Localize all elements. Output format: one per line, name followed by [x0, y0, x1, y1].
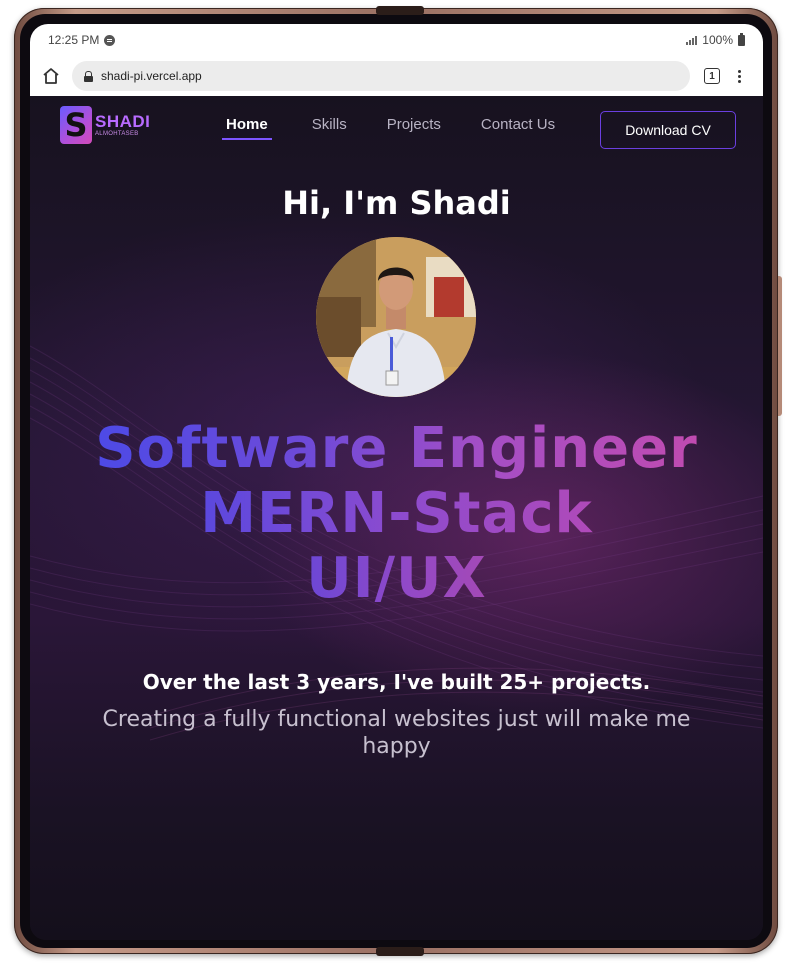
hero-greeting: Hi, I'm Shadi: [282, 184, 511, 222]
lock-icon: [84, 70, 93, 82]
logo-text: SHADI ALMOHTASEB: [95, 112, 151, 138]
battery-percent: 100%: [702, 33, 733, 47]
hero-subline: Over the last 3 years, I've built 25+ pr…: [142, 670, 651, 694]
website-viewport: S SHADI ALMOHTASEB Home Skills Projects …: [30, 96, 763, 940]
hero-tagline: Creating a fully functional websites jus…: [102, 707, 691, 759]
device-screen: 12:25 PM 100% shadi-pi.vercel.app 1 S SH…: [30, 24, 763, 940]
status-left: 12:25 PM: [48, 33, 116, 47]
site-logo[interactable]: S SHADI ALMOHTASEB: [60, 106, 150, 144]
site-navbar: S SHADI ALMOHTASEB Home Skills Projects …: [30, 96, 763, 156]
url-text: shadi-pi.vercel.app: [101, 69, 202, 83]
battery-icon: [738, 32, 745, 46]
nav-skills[interactable]: Skills: [312, 116, 347, 133]
home-icon[interactable]: [40, 65, 62, 87]
status-time: 12:25 PM: [48, 33, 100, 47]
device-hinge-bottom: [376, 947, 424, 956]
hero-headline: Software Engineer MERN-Stack UI/UX: [30, 416, 763, 611]
headline-line-1: Software Engineer: [95, 416, 698, 481]
nav-home[interactable]: Home: [222, 116, 272, 140]
logo-title: SHADI: [95, 112, 151, 131]
spotify-icon: [104, 34, 116, 46]
status-bar: 12:25 PM 100%: [30, 24, 763, 56]
nav-projects[interactable]: Projects: [387, 116, 441, 133]
profile-avatar: [316, 237, 476, 397]
nav-links: Home Skills Projects Contact Us: [222, 116, 595, 140]
signal-icon: [686, 35, 698, 45]
browser-toolbar: shadi-pi.vercel.app 1: [30, 56, 763, 96]
nav-contact-us[interactable]: Contact Us: [481, 116, 555, 133]
status-right: 100%: [686, 32, 745, 47]
device-side-button: [778, 276, 782, 416]
tab-switcher-button[interactable]: 1: [704, 68, 720, 84]
logo-subtitle: ALMOHTASEB: [95, 131, 139, 137]
logo-mark: S: [60, 106, 92, 144]
download-cv-button[interactable]: Download CV: [600, 111, 736, 149]
headline-line-3: UI/UX: [306, 546, 487, 611]
headline-line-2: MERN-Stack: [200, 481, 593, 546]
device-hinge-top: [376, 6, 424, 15]
address-bar[interactable]: shadi-pi.vercel.app: [72, 61, 690, 91]
more-options-icon[interactable]: [738, 69, 741, 83]
